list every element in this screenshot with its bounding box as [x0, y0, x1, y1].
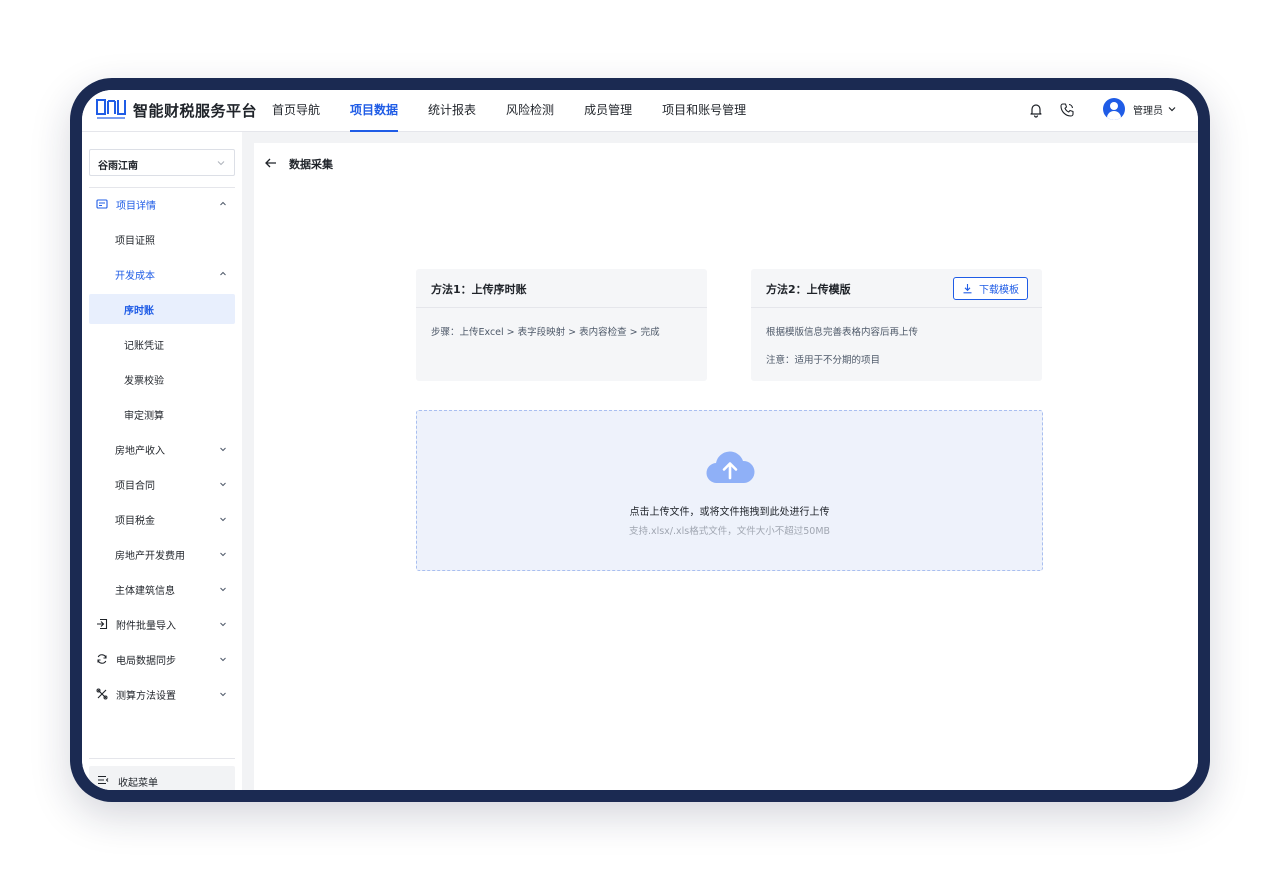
- sidebar-item-building-info[interactable]: 主体建筑信息: [89, 574, 235, 604]
- sidebar-item-label: 测算方法设置: [116, 691, 176, 702]
- method2-card-header: 方法2：上传模版 下载模板: [751, 269, 1042, 308]
- sidebar: 谷雨江南 项目详情 项目证照 开发成本 序时账 记账凭证 发票校验 审定测算 房…: [82, 132, 242, 790]
- sidebar-divider: [89, 758, 235, 759]
- chevron-down-icon: [220, 587, 226, 592]
- nav-project-data[interactable]: 项目数据: [350, 90, 399, 132]
- sidebar-item-label: 项目证照: [115, 236, 155, 247]
- project-detail-icon: [96, 199, 108, 209]
- device-frame: 智能财税服务平台 首页导航 项目数据 统计报表 风险检测 成员管理 项目和账号管…: [70, 78, 1210, 802]
- sidebar-item-invoice-check[interactable]: 发票校验: [89, 364, 235, 394]
- download-icon: [963, 284, 972, 294]
- collapse-menu-button[interactable]: 收起菜单: [89, 766, 235, 790]
- method1-title: 方法1：上传序时账: [431, 283, 527, 296]
- sidebar-item-label: 开发成本: [115, 271, 155, 282]
- sidebar-item-label: 项目税金: [115, 516, 155, 527]
- main-nav: 首页导航 项目数据 统计报表 风险检测 成员管理 项目和账号管理: [272, 90, 776, 132]
- method2-title: 方法2：上传模版: [766, 283, 851, 296]
- phone-icon[interactable]: [1059, 102, 1075, 118]
- sidebar-item-project-contract[interactable]: 项目合同: [89, 469, 235, 499]
- chevron-down-icon: [220, 552, 226, 557]
- sidebar-item-development-cost[interactable]: 开发成本: [89, 259, 235, 289]
- sidebar-item-label: 房地产开发费用: [115, 551, 185, 562]
- sidebar-item-label: 项目合同: [115, 481, 155, 492]
- method1-card: 方法1：上传序时账 步骤：上传Excel > 表字段映射 > 表内容检查 > 完…: [416, 269, 707, 381]
- top-bar: 智能财税服务平台 首页导航 项目数据 统计报表 风险检测 成员管理 项目和账号管…: [82, 90, 1198, 132]
- upload-dropzone[interactable]: 点击上传文件，或将文件拖拽到此处进行上传 支持.xlsx/.xls格式文件，文件…: [416, 410, 1043, 571]
- sync-icon: [97, 654, 107, 664]
- sidebar-item-project-tax[interactable]: 项目税金: [89, 504, 235, 534]
- sidebar-item-journal-ledger[interactable]: 序时账: [89, 294, 235, 324]
- chevron-up-icon: [220, 271, 226, 276]
- sidebar-item-calc-settings[interactable]: 测算方法设置: [89, 679, 235, 709]
- chevron-down-icon: [220, 692, 226, 697]
- sidebar-item-label: 项目详情: [116, 201, 156, 212]
- page-title: 数据采集: [289, 158, 333, 171]
- nav-home[interactable]: 首页导航: [272, 90, 320, 132]
- arrow-left-icon[interactable]: [264, 156, 278, 170]
- nav-risk-detection[interactable]: 风险检测: [506, 90, 554, 132]
- collapse-menu-icon: [98, 775, 109, 785]
- method1-steps: 步骤：上传Excel > 表字段映射 > 表内容检查 > 完成: [431, 327, 660, 338]
- sidebar-item-voucher[interactable]: 记账凭证: [89, 329, 235, 359]
- chevron-down-icon: [220, 482, 226, 487]
- sidebar-item-label: 审定测算: [124, 411, 164, 422]
- chevron-down-icon: [220, 447, 226, 452]
- sidebar-item-label: 记账凭证: [124, 341, 164, 352]
- bell-icon[interactable]: [1028, 102, 1044, 118]
- method2-note: 注意：适用于不分期的项目: [766, 355, 881, 366]
- collapse-menu-label: 收起菜单: [118, 778, 158, 789]
- sidebar-item-label: 电局数据同步: [116, 656, 176, 667]
- chevron-down-icon: [220, 517, 226, 522]
- app-screen: 智能财税服务平台 首页导航 项目数据 统计报表 风险检测 成员管理 项目和账号管…: [82, 90, 1198, 790]
- sidebar-item-label: 序时账: [124, 306, 154, 317]
- method2-description: 根据模版信息完善表格内容后再上传: [766, 327, 919, 338]
- logo-icon: [96, 99, 126, 119]
- user-menu[interactable]: 管理员: [1103, 98, 1177, 120]
- method2-card: 方法2：上传模版 下载模板 根据模版信息完善表格内容后再上传 注意：适用于不分期…: [751, 269, 1042, 381]
- sidebar-item-label: 房地产收入: [115, 446, 165, 457]
- cloud-upload-icon: [706, 451, 755, 484]
- sidebar-item-real-estate-income[interactable]: 房地产收入: [89, 434, 235, 464]
- sidebar-item-batch-import[interactable]: 附件批量导入: [89, 609, 235, 639]
- sidebar-divider: [89, 187, 235, 188]
- sidebar-item-audit-calc[interactable]: 审定测算: [89, 399, 235, 429]
- nav-reports[interactable]: 统计报表: [428, 90, 476, 132]
- project-select[interactable]: 谷雨江南: [89, 149, 235, 176]
- sidebar-item-project-license[interactable]: 项目证照: [89, 224, 235, 254]
- brand-title: 智能财税服务平台: [133, 102, 258, 120]
- nav-members[interactable]: 成员管理: [584, 90, 632, 132]
- chevron-down-icon: [1168, 107, 1176, 112]
- sidebar-item-data-sync[interactable]: 电局数据同步: [89, 644, 235, 674]
- import-icon: [97, 618, 108, 630]
- sidebar-item-label: 主体建筑信息: [115, 586, 175, 597]
- sidebar-item-label: 附件批量导入: [116, 621, 176, 632]
- upload-main-text: 点击上传文件，或将文件拖拽到此处进行上传: [629, 507, 830, 518]
- sidebar-item-label: 发票校验: [124, 376, 164, 387]
- download-template-label: 下载模板: [979, 285, 1019, 296]
- user-name: 管理员: [1133, 105, 1163, 117]
- upload-hint-text: 支持.xlsx/.xls格式文件，文件大小不超过50MB: [628, 526, 831, 537]
- project-select-value: 谷雨江南: [98, 161, 138, 172]
- nav-accounts[interactable]: 项目和账号管理: [662, 90, 746, 132]
- method1-card-header: 方法1：上传序时账: [416, 269, 707, 308]
- chevron-up-icon: [220, 201, 226, 206]
- sidebar-item-development-expense[interactable]: 房地产开发费用: [89, 539, 235, 569]
- main-content: 数据采集 方法1：上传序时账 步骤：上传Excel > 表字段映射 > 表内容检…: [254, 143, 1198, 790]
- chevron-down-icon: [220, 622, 226, 627]
- chevron-down-icon: [220, 657, 226, 662]
- sidebar-item-project-detail[interactable]: 项目详情: [89, 189, 235, 219]
- download-template-button[interactable]: 下载模板: [953, 277, 1028, 300]
- chevron-down-icon: [217, 161, 225, 166]
- tools-icon: [96, 688, 108, 700]
- avatar: [1103, 98, 1125, 120]
